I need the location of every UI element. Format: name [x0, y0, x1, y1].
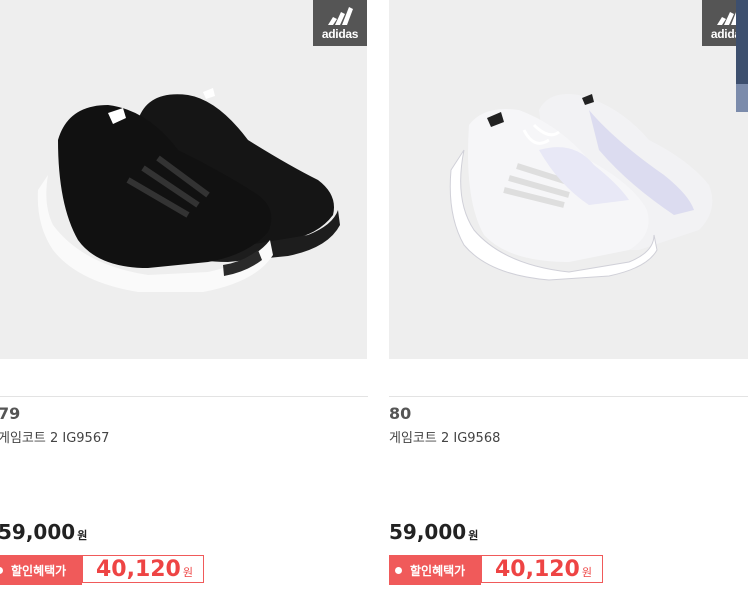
discount-currency: 원 — [182, 566, 193, 579]
original-price: 59,000 원 — [389, 520, 478, 544]
product-image[interactable]: adidas — [389, 0, 748, 359]
price-value: 59,000 — [389, 520, 467, 544]
divider — [0, 396, 368, 397]
product-image[interactable]: adidas — [0, 0, 367, 359]
product-card[interactable]: adidas 80 게임코트 2 IG9568 59,000 원 할인혜택가 40… — [389, 0, 748, 592]
discount-label: 할인혜택가 — [11, 563, 67, 578]
product-name[interactable]: 게임코트 2 IG9567 — [0, 427, 109, 446]
discount-price-box: 할인혜택가 40,120 원 — [389, 555, 603, 585]
side-panel-edge — [736, 0, 748, 84]
discount-price: 40,120 — [95, 556, 181, 582]
product-name[interactable]: 게임코트 2 IG9568 — [389, 427, 500, 446]
product-number: 79 — [0, 404, 21, 423]
original-price: 59,000 원 — [0, 520, 87, 544]
discount-value: 40,120 원 — [82, 555, 204, 583]
dot-icon — [395, 566, 402, 574]
discount-value: 40,120 원 — [481, 555, 603, 583]
divider — [389, 396, 748, 397]
discount-label: 할인혜택가 — [410, 563, 466, 578]
logo-text: adidas — [321, 27, 359, 41]
price-currency: 원 — [77, 529, 88, 542]
price-value: 59,000 — [0, 520, 76, 544]
white-shoe-image — [449, 94, 713, 281]
dot-icon — [0, 566, 3, 574]
discount-label-badge: 할인혜택가 — [0, 555, 82, 585]
product-number: 80 — [389, 404, 412, 423]
side-panel-edge-lower — [736, 84, 748, 112]
discount-price-box: 할인혜택가 40,120 원 — [0, 555, 204, 585]
product-card[interactable]: adidas 79 게임코트 2 IG9567 59,000 원 할인혜택가 40… — [0, 0, 368, 592]
adidas-stripes-icon — [328, 7, 353, 25]
adidas-logo: adidas — [313, 0, 367, 46]
black-shoe-image — [37, 88, 340, 292]
discount-price: 40,120 — [494, 556, 580, 582]
discount-label-badge: 할인혜택가 — [389, 555, 481, 585]
price-currency: 원 — [468, 529, 479, 542]
discount-currency: 원 — [581, 566, 592, 579]
